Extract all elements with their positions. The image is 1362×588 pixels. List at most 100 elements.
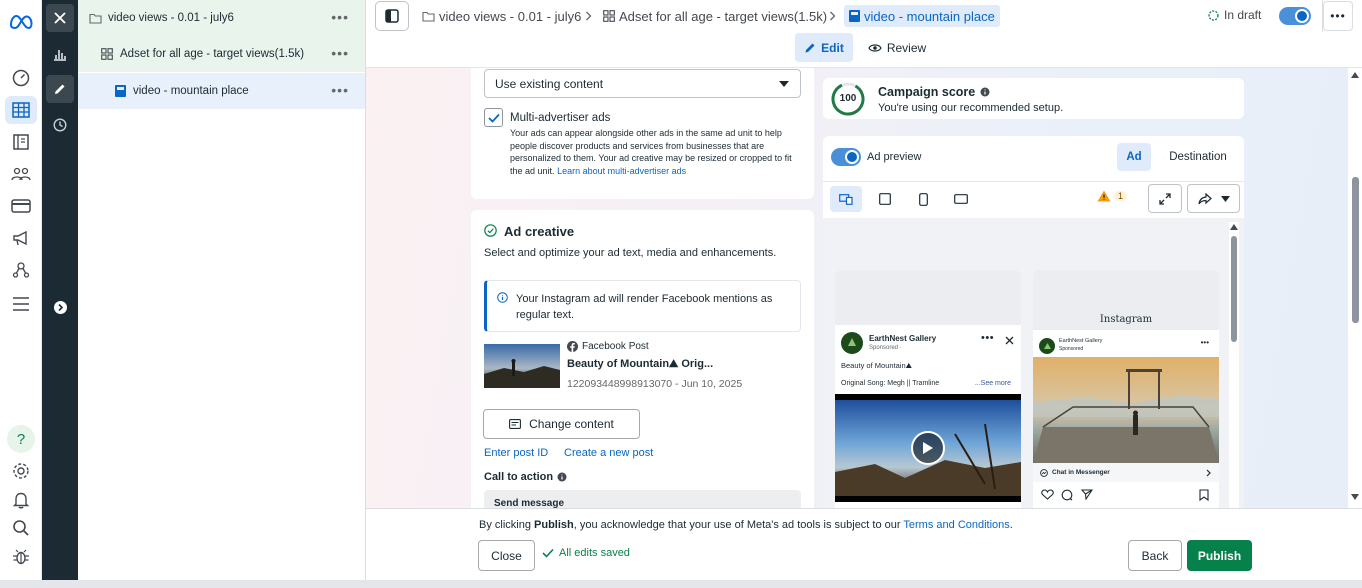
score-subtitle: You're using our recommended setup. xyxy=(878,102,1064,114)
messenger-icon xyxy=(1040,468,1048,477)
expand-preview-button[interactable] xyxy=(1148,184,1182,213)
history-clock-icon[interactable] xyxy=(46,111,74,139)
placement-all-button[interactable] xyxy=(830,186,862,212)
breadcrumb-ad[interactable]: video - mountain place xyxy=(844,5,1000,27)
enter-post-id-link[interactable]: Enter post ID xyxy=(484,447,548,459)
instagram-logo: Instagram xyxy=(1099,314,1153,325)
change-content-button[interactable]: Change content xyxy=(483,409,640,439)
notifications-bell-icon[interactable] xyxy=(5,486,37,514)
ad-creative-subtitle: Select and optimize your ad text, media … xyxy=(484,247,777,259)
preview-scrollbar[interactable] xyxy=(1229,222,1239,508)
publish-button[interactable]: Publish xyxy=(1187,540,1252,571)
info-icon xyxy=(497,292,508,303)
review-mode-button[interactable]: Review xyxy=(865,33,929,62)
learn-multi-advertiser-link[interactable]: Learn about multi-advertiser ads xyxy=(557,166,686,176)
all-tools-menu-icon[interactable] xyxy=(5,290,37,318)
tree-item-more-icon[interactable]: ••• xyxy=(331,46,349,60)
breadcrumb-campaign[interactable]: video views - 0.01 - july6 xyxy=(422,8,581,24)
scroll-up-icon[interactable] xyxy=(1351,72,1359,78)
info-icon xyxy=(557,472,567,482)
ad-doc-icon xyxy=(849,10,860,22)
cta-select[interactable]: Send message xyxy=(484,490,801,508)
audiences-people-icon[interactable] xyxy=(5,160,37,188)
more-options-button[interactable]: ••• xyxy=(1323,1,1353,31)
content-source-select[interactable]: Use existing content xyxy=(484,69,801,98)
scroll-thumb[interactable] xyxy=(1352,177,1359,323)
eye-icon xyxy=(868,43,882,52)
campaigns-table-icon[interactable] xyxy=(5,96,37,124)
caret-down-icon xyxy=(1220,195,1230,202)
reporting-chart-icon[interactable] xyxy=(46,40,74,68)
warnings-indicator[interactable]: 1 xyxy=(1097,190,1128,202)
cta-label-text: Call to action xyxy=(484,471,554,483)
content-icon xyxy=(509,419,522,429)
ad-creative-card: Ad creative Select and optimize your ad … xyxy=(471,210,814,508)
post-meta: 122093448998913070 - Jun 10, 2025 xyxy=(567,378,743,390)
draft-toggle[interactable] xyxy=(1279,7,1311,25)
heart-icon xyxy=(1041,489,1054,500)
tab-ad[interactable]: Ad xyxy=(1117,143,1151,171)
dashboard-gauge-icon[interactable] xyxy=(5,64,37,92)
sidebar-toggle-icon xyxy=(385,9,399,23)
search-icon[interactable] xyxy=(5,514,37,542)
page-scrollbar[interactable] xyxy=(1348,68,1362,508)
horizontal-frame-icon xyxy=(954,194,968,204)
ad-preview-card: Ad preview Ad Destination 1 EarthNest Ga… xyxy=(823,136,1244,508)
placement-square-button[interactable] xyxy=(869,186,901,212)
ads-megaphone-icon[interactable] xyxy=(5,224,37,252)
tree-item-more-icon[interactable]: ••• xyxy=(331,10,349,24)
tree-item-ad-selected[interactable]: video - mountain place ••• xyxy=(78,73,365,109)
toggle-sidebar-button[interactable] xyxy=(375,1,409,31)
pages-book-icon[interactable] xyxy=(5,128,37,156)
send-icon xyxy=(1081,489,1093,500)
ad-preview-label: Ad preview xyxy=(867,151,922,163)
multi-advertiser-desc: Your ads can appear alongside other ads … xyxy=(510,127,803,177)
billing-card-icon[interactable] xyxy=(5,192,37,220)
window-bottom-strip xyxy=(0,580,1362,588)
editor-footer: By clicking Publish, you acknowledge tha… xyxy=(366,508,1362,580)
business-network-icon[interactable] xyxy=(5,256,37,284)
ig-cta-bar[interactable]: Chat in Messenger xyxy=(1033,463,1219,482)
bookmark-icon xyxy=(1199,489,1209,501)
ad-doc-icon xyxy=(115,85,126,97)
settings-gear-icon[interactable] xyxy=(5,457,37,485)
comment-icon xyxy=(1061,489,1073,501)
placement-vertical-button[interactable] xyxy=(907,186,939,212)
multi-advertiser-checkbox[interactable] xyxy=(484,108,503,127)
placement-horizontal-button[interactable] xyxy=(945,186,977,212)
facebook-icon xyxy=(567,341,578,352)
share-preview-button[interactable] xyxy=(1187,184,1240,213)
close-button[interactable]: Close xyxy=(478,540,535,571)
terms-link[interactable]: Terms and Conditions xyxy=(903,519,1009,531)
info-icon[interactable] xyxy=(980,87,990,97)
edit-pencil-icon[interactable] xyxy=(46,75,74,103)
create-new-post-link[interactable]: Create a new post xyxy=(564,447,653,459)
ig-image xyxy=(1033,357,1219,463)
tree-item-label: video views - 0.01 - july6 xyxy=(108,12,234,24)
edit-mode-button[interactable]: Edit xyxy=(795,33,853,62)
back-button[interactable]: Back xyxy=(1128,540,1182,571)
fb-see-more: ...See more xyxy=(974,380,1011,387)
facebook-feed-preview: EarthNest Gallery Sponsored · ••• Beauty… xyxy=(835,270,1021,508)
editor-side-strip xyxy=(42,0,78,580)
tree-item-more-icon[interactable]: ••• xyxy=(331,83,349,97)
tab-destination[interactable]: Destination xyxy=(1163,143,1233,171)
help-icon[interactable]: ? xyxy=(5,425,37,453)
close-editor-icon[interactable] xyxy=(46,4,74,32)
breadcrumb-adset[interactable]: Adset for all age - target views(1.5k) xyxy=(603,8,827,24)
cta-value: Send message xyxy=(494,498,565,508)
ig-page-avatar xyxy=(1039,338,1055,354)
draft-circle-icon xyxy=(1208,9,1219,21)
scroll-down-icon[interactable] xyxy=(1351,494,1359,500)
tree-item-campaign[interactable]: video views - 0.01 - july6 ••• xyxy=(78,0,365,36)
meta-logo-icon[interactable] xyxy=(5,8,37,36)
fb-song: Original Song: Megh || Tramline xyxy=(841,380,940,387)
tree-item-adset[interactable]: Adset for all age - target views(1.5k) •… xyxy=(78,36,365,72)
expand-panel-icon[interactable] xyxy=(46,293,74,321)
status-label: In draft xyxy=(1224,8,1262,22)
play-icon[interactable] xyxy=(911,431,945,465)
save-status: All edits saved xyxy=(542,547,630,559)
ad-preview-toggle[interactable] xyxy=(831,148,861,166)
report-bug-icon[interactable] xyxy=(5,543,37,571)
ig-more-icon: ••• xyxy=(1200,338,1209,347)
